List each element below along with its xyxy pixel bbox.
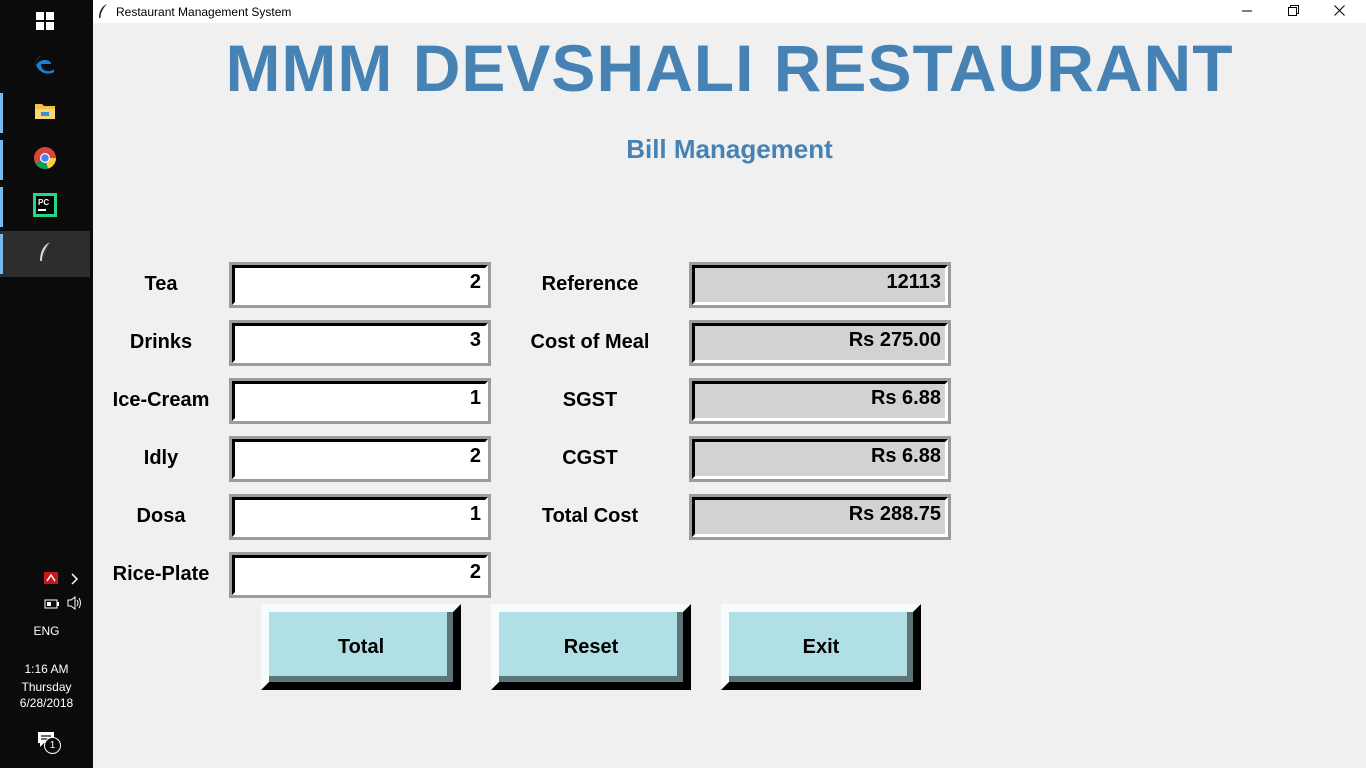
cgst-field[interactable]: Rs 6.88 — [689, 436, 951, 482]
chrome-icon — [33, 146, 57, 175]
sgst-field[interactable]: Rs 6.88 — [689, 378, 951, 424]
window-titlebar: Restaurant Management System — [93, 0, 1366, 23]
pdf-tray-icon[interactable] — [44, 571, 60, 590]
file-explorer-icon — [34, 101, 56, 126]
total-button[interactable]: Total — [261, 604, 461, 690]
label-drinks: Drinks — [129, 331, 193, 353]
exit-button[interactable]: Exit — [721, 604, 921, 690]
tk-feather-icon — [37, 241, 53, 268]
app-feather-icon — [97, 3, 109, 24]
edge-icon — [33, 52, 57, 81]
label-tea: Tea — [144, 273, 178, 295]
close-button[interactable] — [1316, 0, 1362, 23]
clock-day[interactable]: Thursday — [0, 680, 93, 694]
clock-date[interactable]: 6/28/2018 — [0, 696, 93, 710]
taskbar-file-explorer[interactable] — [0, 90, 90, 136]
label-sgst: SGST — [562, 389, 618, 411]
taskbar: PC ENG 1:16 AM Thursday 6/28/2018 1 — [0, 0, 93, 768]
label-cost-of-meal: Cost of Meal — [530, 331, 650, 353]
tea-quantity-input[interactable]: 2 — [229, 262, 491, 308]
taskbar-tk-app[interactable] — [0, 231, 90, 277]
windows-start-icon — [36, 11, 54, 35]
reference-field[interactable]: 12113 — [689, 262, 951, 308]
total-button-label: Total — [337, 635, 385, 658]
action-center-button[interactable]: 1 — [37, 730, 61, 755]
dosa-quantity-input[interactable]: 1 — [229, 494, 491, 540]
restore-button[interactable] — [1270, 0, 1316, 23]
battery-icon[interactable] — [44, 597, 60, 615]
rice-plate-quantity-input[interactable]: 2 — [229, 552, 491, 598]
restaurant-heading: MMM DEVSHALI RESTAURANT — [225, 31, 1234, 105]
label-rice-plate: Rice-Plate — [112, 563, 210, 585]
taskbar-edge[interactable] — [0, 43, 90, 89]
svg-text:PC: PC — [38, 198, 49, 207]
idly-quantity-input[interactable]: 2 — [229, 436, 491, 482]
taskbar-pycharm[interactable]: PC — [0, 184, 90, 230]
total-cost-field[interactable]: Rs 288.75 — [689, 494, 951, 540]
restore-icon — [1287, 3, 1299, 21]
language-indicator[interactable]: ENG — [0, 624, 93, 638]
label-total-cost: Total Cost — [541, 505, 639, 527]
taskbar-chrome[interactable] — [0, 137, 90, 183]
notification-badge: 1 — [44, 737, 61, 754]
chevron-right-icon[interactable] — [70, 572, 80, 590]
cost-of-meal-field[interactable]: Rs 275.00 — [689, 320, 951, 366]
window-title: Restaurant Management System — [116, 5, 292, 19]
clock-time[interactable]: 1:16 AM — [0, 662, 93, 676]
bill-management-subheading: Bill Management — [626, 134, 833, 164]
reset-button[interactable]: Reset — [491, 604, 691, 690]
pycharm-icon: PC — [33, 192, 57, 222]
minimize-icon — [1242, 3, 1252, 21]
minimize-button[interactable] — [1224, 0, 1270, 23]
drinks-quantity-input[interactable]: 3 — [229, 320, 491, 366]
ice-cream-quantity-input[interactable]: 1 — [229, 378, 491, 424]
label-ice-cream: Ice-Cream — [112, 389, 210, 411]
label-reference: Reference — [541, 273, 639, 295]
label-idly: Idly — [143, 447, 179, 469]
start-button[interactable] — [0, 0, 90, 46]
label-cgst: CGST — [562, 447, 618, 469]
volume-icon[interactable] — [66, 595, 84, 616]
exit-button-label: Exit — [802, 635, 840, 658]
label-dosa: Dosa — [136, 505, 186, 527]
close-icon — [1333, 3, 1345, 21]
reset-button-label: Reset — [563, 635, 619, 658]
